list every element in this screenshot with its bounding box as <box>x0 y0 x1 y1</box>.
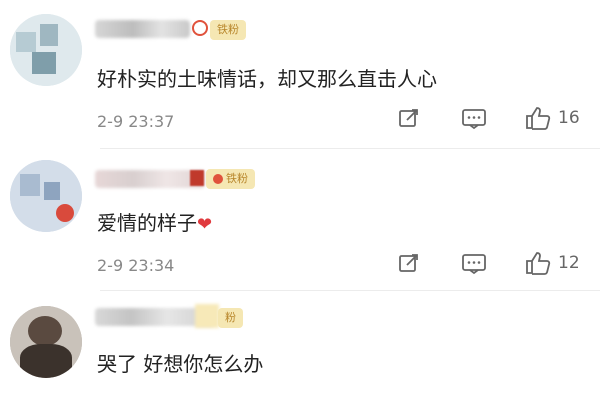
fan-dot-icon <box>213 174 223 184</box>
fan-ring-icon <box>192 20 208 36</box>
comment-text: 爱情的样子❤ <box>97 211 213 235</box>
like-button[interactable]: 16 <box>524 105 580 131</box>
fan-badge: 粉 <box>218 308 243 328</box>
username-blurred[interactable] <box>95 170 205 188</box>
heart-emoji-icon: ❤ <box>197 214 213 235</box>
username-blurred[interactable] <box>95 20 190 38</box>
fan-mark-icon <box>195 304 219 328</box>
comment-timestamp: 2-9 23:37 <box>97 112 175 131</box>
fan-badge: 铁粉 <box>210 20 246 40</box>
comment-text: 好朴实的土味情话，却又那么直击人心 <box>97 67 437 91</box>
repost-icon <box>397 106 421 130</box>
like-button[interactable]: 12 <box>524 250 580 276</box>
comment-timestamp: 2-9 23:34 <box>97 256 175 275</box>
repost-button[interactable] <box>397 251 421 275</box>
repost-button[interactable] <box>397 106 421 130</box>
avatar[interactable] <box>10 160 82 232</box>
thumbs-up-icon <box>524 105 552 131</box>
comment-text: 哭了 好想你怎么办 <box>97 352 264 376</box>
avatar[interactable] <box>10 14 82 86</box>
comment-item: 粉 哭了 好想你怎么办 <box>0 290 600 400</box>
comment-icon <box>461 106 487 130</box>
comment-button[interactable] <box>461 251 487 275</box>
like-count: 12 <box>558 253 580 273</box>
comment-icon <box>461 251 487 275</box>
avatar[interactable] <box>10 306 82 378</box>
repost-icon <box>397 251 421 275</box>
thumbs-up-icon <box>524 250 552 276</box>
comment-item: 铁粉 好朴实的土味情话，却又那么直击人心 2-9 23:37 16 <box>0 0 600 148</box>
comment-button[interactable] <box>461 106 487 130</box>
like-count: 16 <box>558 108 580 128</box>
fan-badge: 铁粉 <box>206 169 255 189</box>
fan-mark-icon <box>190 170 204 186</box>
comment-item: 铁粉 爱情的样子❤ 2-9 23:34 12 <box>0 148 600 290</box>
